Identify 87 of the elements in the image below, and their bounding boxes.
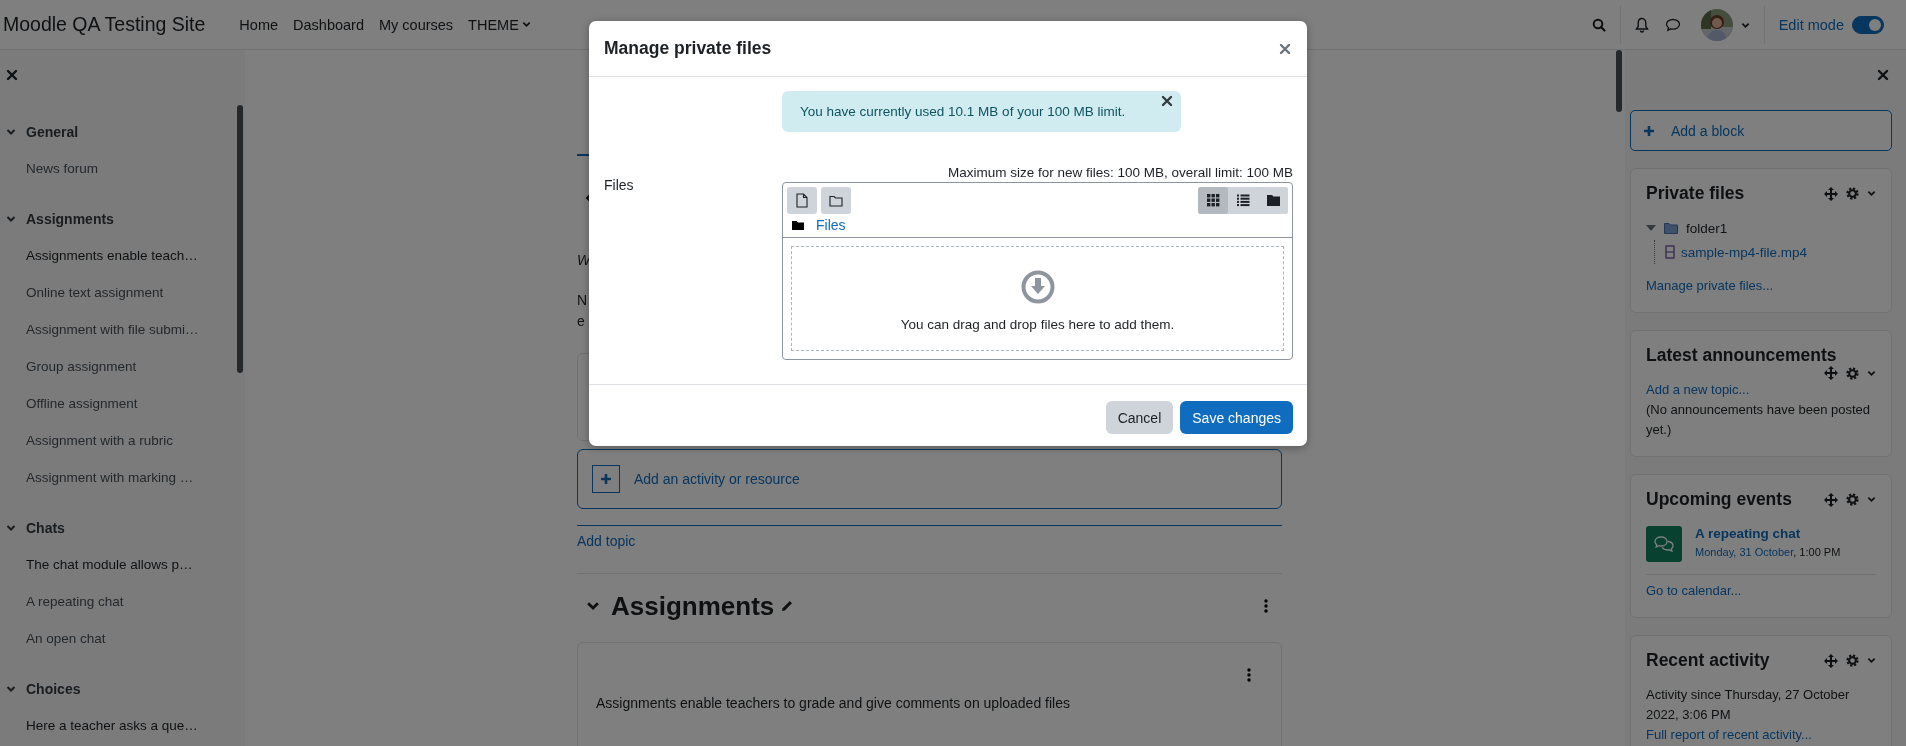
activity-summary: Activity since Thursday, 27 October 2022, 3:06 PM — [1646, 686, 1851, 724]
event-time: , 1:00 PM — [1793, 546, 1841, 558]
manage-files-link[interactable]: Manage private files... — [1646, 278, 1774, 293]
move-icon[interactable] — [1824, 366, 1838, 380]
course-index-item[interactable]: Assignment with a rubric — [0, 422, 245, 459]
chevron-down-icon — [1867, 495, 1876, 504]
body-text: N — [577, 291, 589, 310]
add-topic-link[interactable]: Add topic — [577, 533, 636, 549]
empty-message: (No announcements have been posted yet.) — [1646, 401, 1872, 439]
size-limit-text: Maximum size for new files: 100 MB, overall limit: 100 MB — [946, 165, 1293, 180]
view-toggle[interactable] — [1198, 187, 1228, 214]
caret-icon — [521, 20, 531, 29]
chat-icon — [1646, 526, 1682, 562]
date-link[interactable]: Monday, 31 October — [1695, 546, 1794, 558]
section-title: Assignments — [611, 590, 775, 622]
settings-icon[interactable] — [1846, 493, 1859, 506]
search-icon[interactable] — [1591, 17, 1606, 32]
close-drawer-icon[interactable] — [1877, 69, 1889, 81]
section-toggle[interactable]: Choices — [0, 670, 245, 707]
folder-name[interactable]: folder1 — [1686, 220, 1728, 236]
body-text: e — [577, 312, 586, 331]
nav-link[interactable]: My courses — [378, 16, 454, 33]
settings-icon[interactable] — [1846, 366, 1859, 380]
path-link[interactable]: Files — [816, 217, 846, 233]
drop-hint: You can drag and drop files here to add them. — [900, 317, 1175, 332]
block-title: Latest announcements — [1646, 345, 1837, 366]
block-title: Private files — [1646, 183, 1745, 204]
nav-link[interactable]: Home — [239, 16, 279, 33]
add-topic-link[interactable]: Add a new topic... — [1646, 382, 1750, 397]
field-label: Files — [604, 177, 635, 195]
file-link[interactable]: sample-mp4-file.mp4 — [1681, 244, 1808, 260]
calendar-link[interactable]: Go to calendar... — [1646, 583, 1742, 598]
course-index-item[interactable]: Assignment with marking … — [0, 459, 245, 496]
cancel-button[interactable]: Cancel — [1105, 401, 1174, 434]
folder-icon — [1664, 222, 1678, 234]
move-icon[interactable] — [1824, 653, 1838, 668]
quota-alert: You have currently used 10.1 MB of your 100 MB limit. — [782, 91, 1181, 132]
add-block-button[interactable]: Add a block — [1630, 110, 1892, 151]
pencil-icon[interactable] — [780, 599, 795, 613]
site-name[interactable]: Moodle QA Testing Site — [3, 13, 206, 36]
kebab-menu-icon[interactable] — [1247, 668, 1251, 682]
course-index-item[interactable]: Here a teacher asks a que… — [0, 707, 245, 744]
course-index-item[interactable]: A repeating chat — [0, 583, 245, 620]
course-index-item[interactable]: Offline assignment — [0, 385, 245, 422]
save-button[interactable]: Save changes — [1180, 401, 1293, 434]
move-icon[interactable] — [1824, 186, 1838, 201]
chat-bubble-icon[interactable] — [1664, 17, 1681, 32]
section-toggle[interactable]: Chats — [0, 509, 245, 546]
folder-icon — [1266, 195, 1280, 206]
list-icon — [1236, 194, 1249, 207]
edit-mode-label: Edit mode — [1778, 16, 1844, 33]
plus-icon — [600, 473, 612, 485]
settings-icon[interactable] — [1846, 654, 1859, 667]
kebab-menu-icon[interactable] — [1264, 599, 1268, 613]
create-folder-button[interactable] — [821, 187, 851, 214]
activity-description: Assignments enable teachers to grade and give comments on uploaded files — [596, 695, 1071, 711]
scrollbar[interactable] — [1616, 50, 1622, 112]
folder-icon — [792, 220, 804, 230]
full-report-link[interactable]: Full report of recent activity... — [1646, 727, 1812, 742]
bell-icon[interactable] — [1634, 16, 1649, 33]
course-index-item[interactable]: The chat module allows p… — [0, 546, 245, 583]
event-link[interactable]: A repeating chat — [1695, 526, 1841, 541]
chevron-down-icon — [1867, 656, 1876, 665]
edit-mode-toggle[interactable] — [1852, 15, 1884, 34]
block-title: Upcoming events — [1646, 489, 1792, 510]
file-icon — [796, 193, 808, 208]
drop-zone[interactable]: You can drag and drop files here to add them. — [791, 246, 1284, 351]
move-icon[interactable] — [1824, 492, 1838, 507]
film-icon — [1665, 245, 1675, 259]
block-title: Recent activity — [1646, 650, 1770, 671]
add-file-button[interactable] — [787, 187, 817, 214]
nav-link[interactable]: THEME — [468, 16, 531, 33]
add-activity-button[interactable]: Add an activity or resource — [577, 449, 1282, 509]
chevron-down-icon — [1867, 189, 1876, 198]
dialog-title: Manage private files — [604, 38, 772, 59]
course-index-item[interactable]: An open chat — [0, 620, 245, 657]
download-icon — [1020, 270, 1055, 304]
close-icon[interactable] — [1161, 95, 1173, 107]
close-icon[interactable] — [1279, 42, 1291, 55]
settings-icon[interactable] — [1846, 187, 1859, 200]
nav-link[interactable]: Dashboard — [293, 16, 364, 33]
scrollbar[interactable] — [237, 105, 243, 373]
plus-icon — [1643, 124, 1655, 137]
triangle-down-icon[interactable] — [1646, 224, 1656, 232]
folder-icon — [829, 194, 843, 207]
close-drawer-icon[interactable] — [6, 69, 18, 81]
grid-icon — [1206, 194, 1219, 207]
